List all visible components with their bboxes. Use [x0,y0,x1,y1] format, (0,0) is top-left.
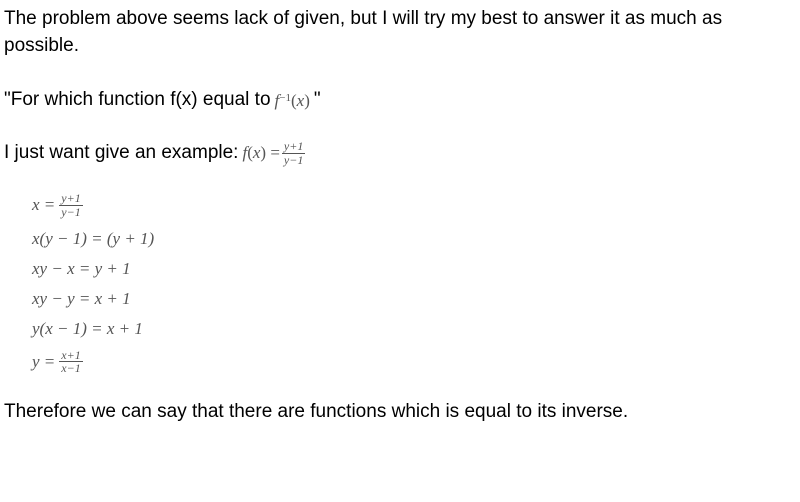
inverse-function-math: f−1(x) [275,89,310,113]
step-3: xy − x = y + 1 [32,259,796,279]
step-1: x = y+1 y−1 [32,192,796,218]
step-6: y = x+1 x−1 [32,349,796,375]
example-prefix: I just want give an example: [4,140,238,167]
step-6-den: x−1 [59,362,82,375]
step-1-frac: y+1 y−1 [59,192,82,218]
step-2: x(y − 1) = (y + 1) [32,229,796,249]
step-1-num: y+1 [59,192,82,206]
example-function: f(x) = y+1 y−1 [242,140,307,166]
derivation-steps: x = y+1 y−1 x(y − 1) = (y + 1) xy − x = … [32,192,796,374]
question-line: "For which function f(x) equal to f−1(x)… [4,87,796,114]
conclusion-paragraph: Therefore we can say that there are func… [4,399,796,426]
example-fraction: y+1 y−1 [282,140,305,166]
step-6-lhs: y = [32,352,55,372]
step-1-lhs: x = [32,195,55,215]
example-frac-den: y−1 [282,154,305,167]
step-5: y(x − 1) = x + 1 [32,319,796,339]
example-line: I just want give an example: f(x) = y+1 … [4,140,796,167]
step-4: xy − y = x + 1 [32,289,796,309]
question-prefix: "For which function f(x) equal to [4,87,271,114]
step-6-frac: x+1 x−1 [59,349,82,375]
step-6-num: x+1 [59,349,82,363]
step-1-den: y−1 [59,206,82,219]
example-frac-num: y+1 [282,140,305,154]
question-suffix: " [314,87,321,114]
intro-paragraph: The problem above seems lack of given, b… [4,6,796,59]
